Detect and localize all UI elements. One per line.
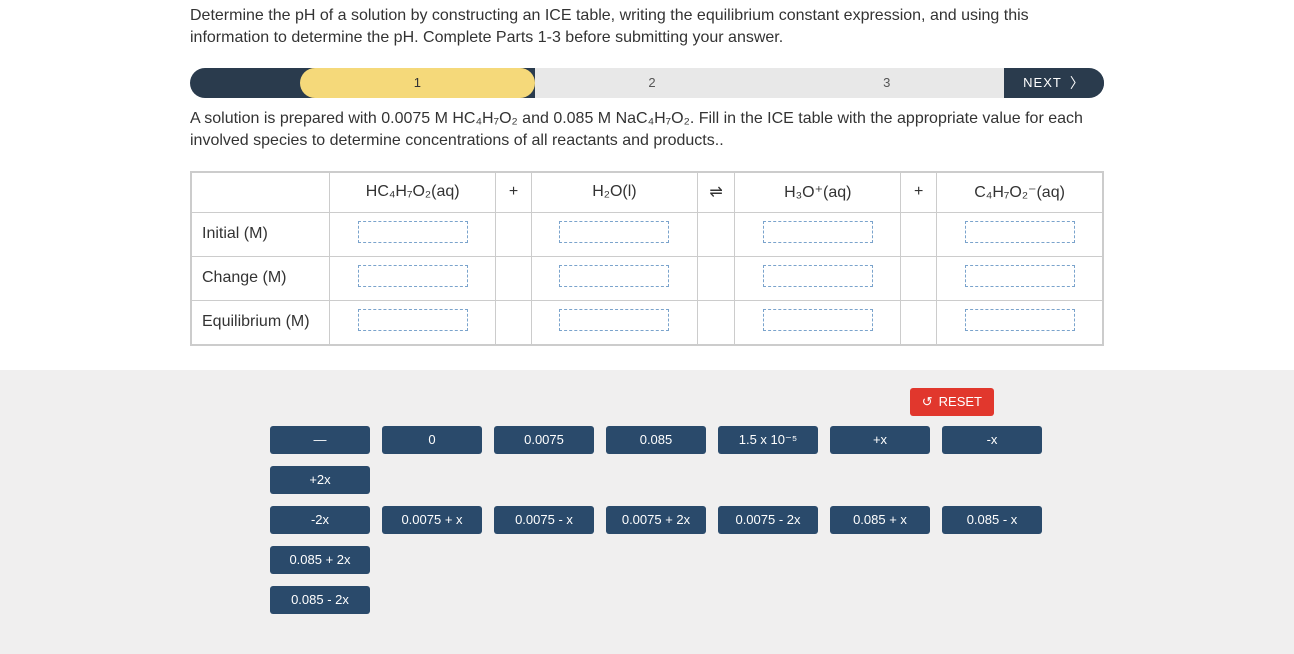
progress-bar: 1 2 3 NEXT 〉 (190, 68, 1104, 98)
dropzone[interactable] (763, 221, 873, 243)
op-plus-2: + (901, 172, 937, 212)
species-2: H₂O(l) (532, 172, 698, 212)
chip[interactable]: — (270, 426, 370, 454)
chip-row-1: — 0 0.0075 0.085 1.5 x 10⁻⁵ +x -x +2x (270, 426, 1104, 494)
part-instructions: A solution is prepared with 0.0075 M HC₄… (190, 108, 1104, 153)
table-row: Change (M) (192, 256, 1103, 300)
reset-button[interactable]: ↺ RESET (910, 388, 994, 416)
dropzone[interactable] (559, 265, 669, 287)
chip[interactable]: 0.0075 + x (382, 506, 482, 534)
chip[interactable]: 0.0075 - 2x (718, 506, 818, 534)
row-label-equilibrium: Equilibrium (M) (192, 300, 330, 344)
chip[interactable]: -2x (270, 506, 370, 534)
next-label: NEXT (1023, 75, 1062, 90)
chip[interactable]: 0.0075 + 2x (606, 506, 706, 534)
chevron-right-icon: 〉 (1070, 73, 1085, 93)
header-blank (192, 172, 330, 212)
dropzone[interactable] (965, 265, 1075, 287)
table-header-row: HC₄H₇O₂(aq) + H₂O(l) ⇌ H₃O⁺(aq) + C₄H₇O₂… (192, 172, 1103, 212)
chip[interactable]: -x (942, 426, 1042, 454)
dropzone[interactable] (965, 309, 1075, 331)
dropzone[interactable] (965, 221, 1075, 243)
next-button[interactable]: NEXT 〉 (1004, 73, 1104, 93)
row-label-initial: Initial (M) (192, 212, 330, 256)
chip[interactable]: 0.0075 - x (494, 506, 594, 534)
chip-row-3: 0.085 - 2x (270, 586, 1104, 614)
species-3: H₃O⁺(aq) (735, 172, 901, 212)
chip[interactable]: +2x (270, 466, 370, 494)
undo-icon: ↺ (922, 394, 933, 410)
progress-step-2[interactable]: 2 (535, 68, 770, 98)
chip[interactable]: 0.0075 (494, 426, 594, 454)
chip[interactable]: 0.085 (606, 426, 706, 454)
dropzone[interactable] (559, 221, 669, 243)
progress-step-1[interactable]: 1 (300, 68, 535, 98)
ice-table: HC₄H₇O₂(aq) + H₂O(l) ⇌ H₃O⁺(aq) + C₄H₇O₂… (191, 172, 1103, 345)
dropzone[interactable] (559, 309, 669, 331)
species-1: HC₄H₇O₂(aq) (330, 172, 496, 212)
table-row: Initial (M) (192, 212, 1103, 256)
chip[interactable]: 0.085 - x (942, 506, 1042, 534)
ice-table-wrapper: HC₄H₇O₂(aq) + H₂O(l) ⇌ H₃O⁺(aq) + C₄H₇O₂… (190, 171, 1104, 346)
species-4: C₄H₇O₂⁻(aq) (937, 172, 1103, 212)
op-plus-1: + (496, 172, 532, 212)
answer-chip-area: ↺ RESET — 0 0.0075 0.085 1.5 x 10⁻⁵ +x -… (0, 370, 1294, 654)
chip[interactable]: 0.085 - 2x (270, 586, 370, 614)
dropzone[interactable] (358, 265, 468, 287)
table-row: Equilibrium (M) (192, 300, 1103, 344)
question-container: Determine the pH of a solution by constr… (0, 0, 1294, 597)
dropzone[interactable] (358, 221, 468, 243)
progress-step-3[interactable]: 3 (769, 68, 1004, 98)
main-instructions: Determine the pH of a solution by constr… (190, 5, 1104, 50)
row-label-change: Change (M) (192, 256, 330, 300)
dropzone[interactable] (763, 309, 873, 331)
chip[interactable]: 0.085 + 2x (270, 546, 370, 574)
chip[interactable]: 0 (382, 426, 482, 454)
chip[interactable]: 0.085 + x (830, 506, 930, 534)
chip[interactable]: 1.5 x 10⁻⁵ (718, 426, 818, 454)
dropzone[interactable] (358, 309, 468, 331)
reset-label: RESET (939, 394, 982, 409)
dropzone[interactable] (763, 265, 873, 287)
chip-row-2: -2x 0.0075 + x 0.0075 - x 0.0075 + 2x 0.… (270, 506, 1104, 574)
op-eq: ⇌ (697, 172, 735, 212)
chip[interactable]: +x (830, 426, 930, 454)
